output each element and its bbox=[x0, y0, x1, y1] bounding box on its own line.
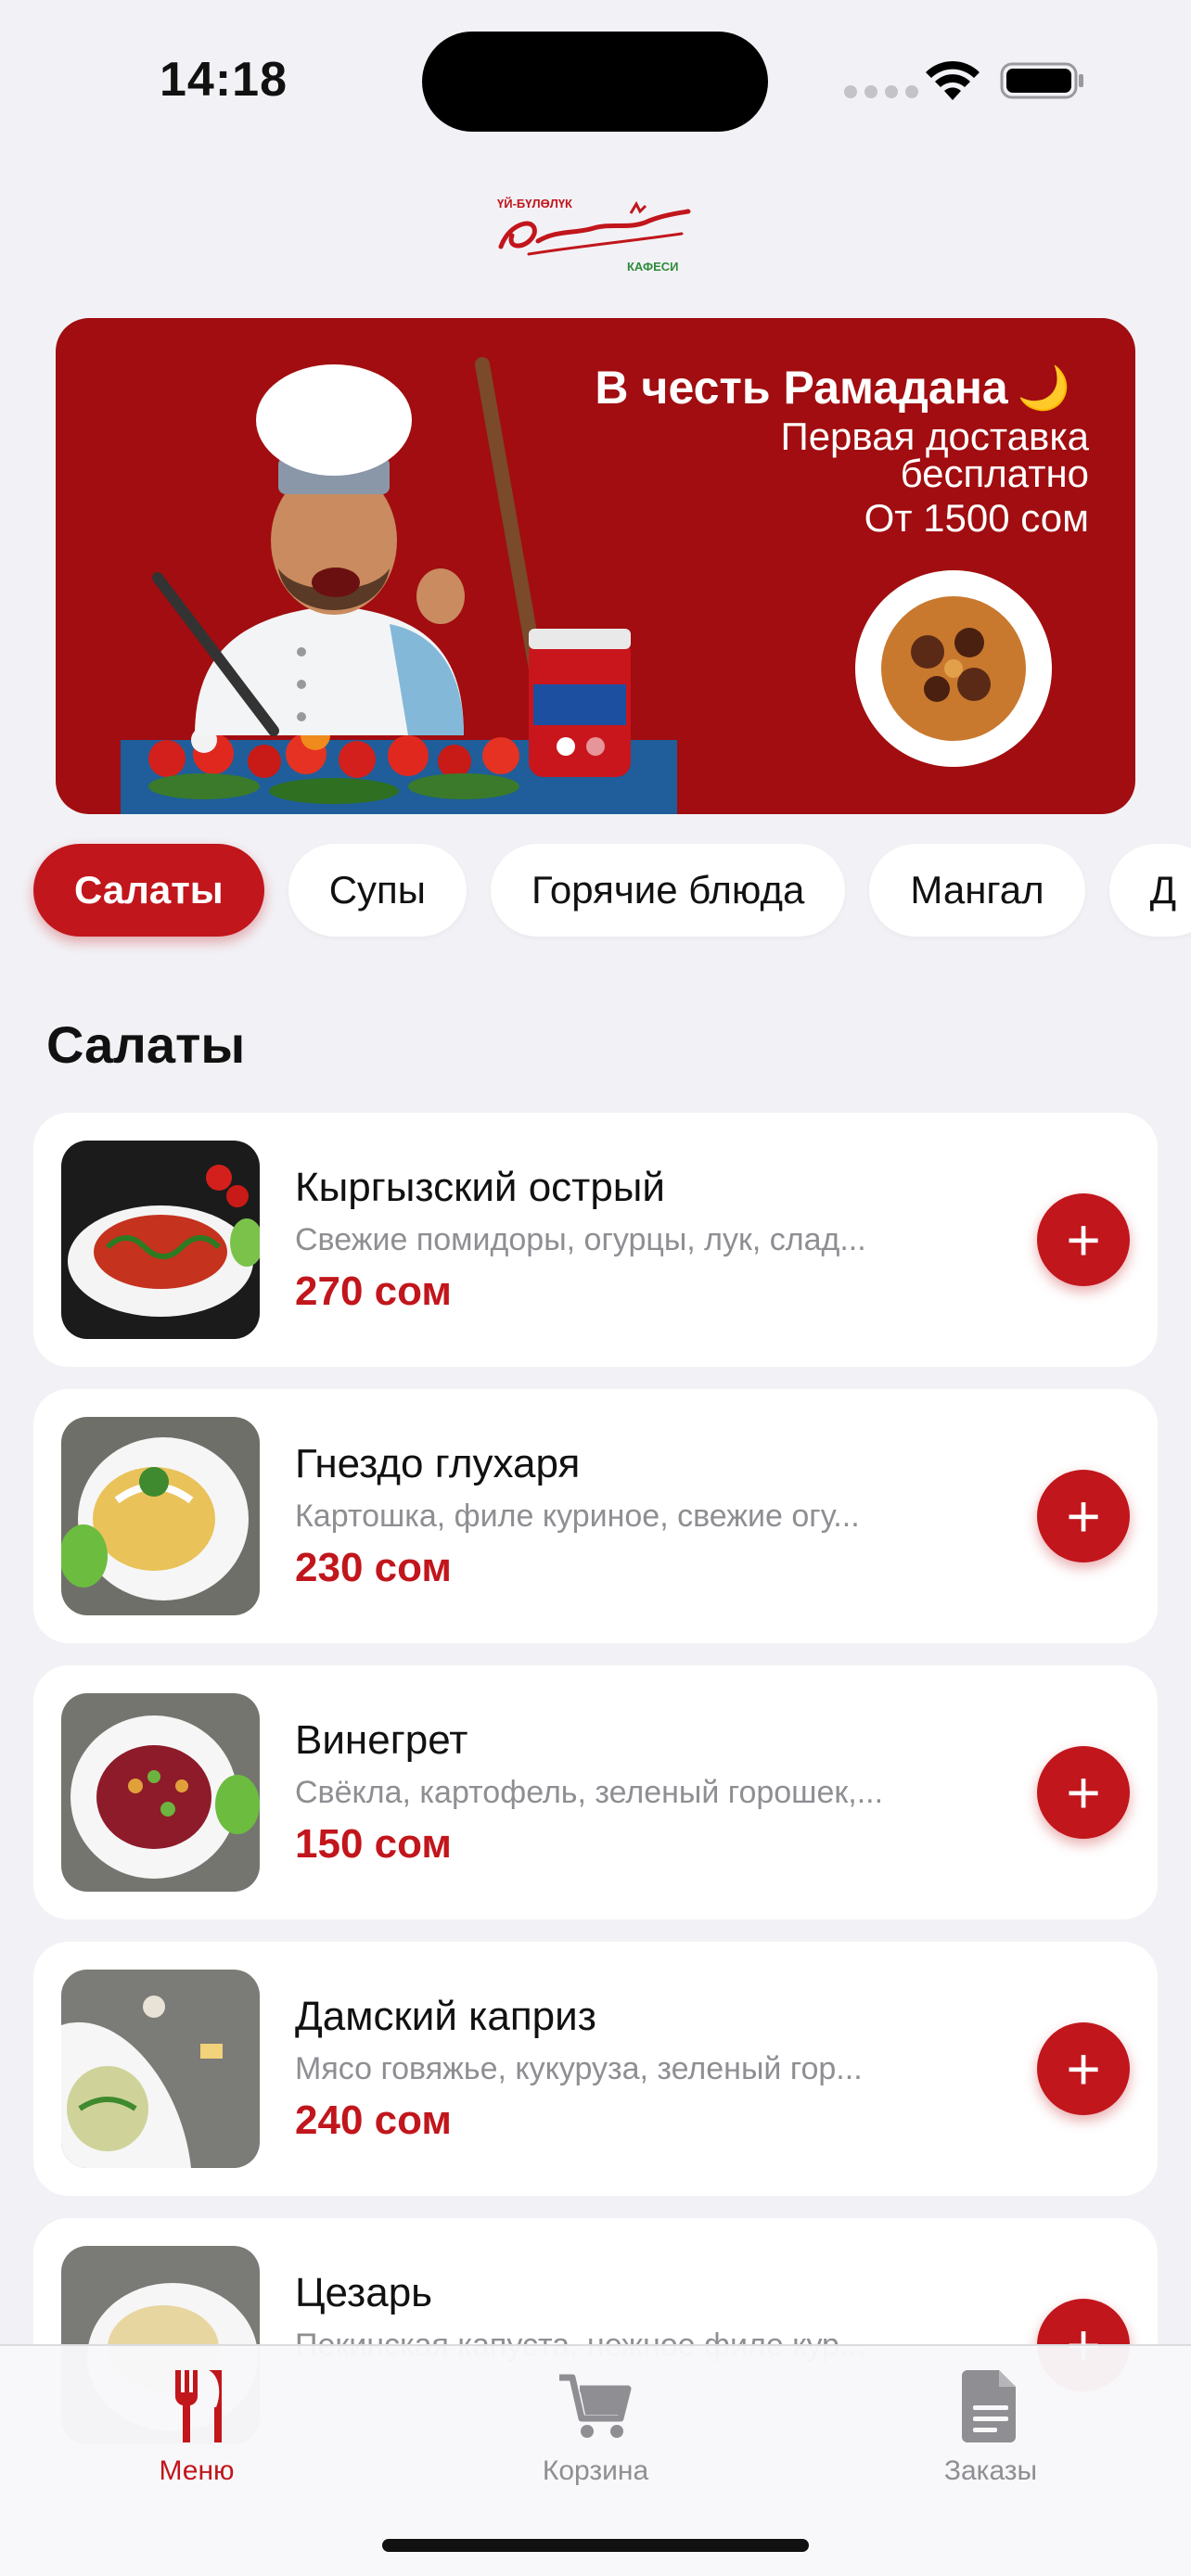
fork-knife-icon bbox=[174, 2370, 222, 2442]
item-name: Гнездо глухаря bbox=[295, 1441, 581, 1486]
dynamic-island bbox=[422, 32, 768, 132]
tab-orders[interactable]: Заказы bbox=[879, 2365, 1102, 2487]
item-name: Дамский каприз bbox=[295, 1994, 596, 2039]
banner-title: В честь Рамадана 🌙 bbox=[595, 361, 1070, 414]
menu-item[interactable]: Гнездо глухаря Картошка, филе куриное, с… bbox=[33, 1389, 1158, 1643]
tab-label: Корзина bbox=[542, 2455, 649, 2486]
dish-image bbox=[61, 1693, 260, 1892]
category-soups[interactable]: Супы bbox=[288, 844, 467, 937]
section-title: Салаты bbox=[46, 1015, 246, 1074]
moon-icon: 🌙 bbox=[1017, 363, 1070, 412]
banner-line-3: От 1500 сом bbox=[864, 496, 1089, 540]
home-indicator[interactable] bbox=[382, 2539, 809, 2552]
category-grill[interactable]: Мангал bbox=[869, 844, 1085, 937]
category-hot-dishes[interactable]: Горячие блюда bbox=[490, 844, 846, 937]
menu-item[interactable]: Дамский каприз Мясо говяжье, кукуруза, з… bbox=[33, 1942, 1158, 2196]
item-description: Картошка, филе куриное, свежие огу... bbox=[295, 1498, 860, 1534]
menu-item[interactable]: Винегрет Свёкла, картофель, зеленый горо… bbox=[33, 1665, 1158, 1919]
item-description: Свежие помидоры, огурцы, лук, слад... bbox=[295, 1222, 866, 1257]
svg-text:ҮЙ-БҮЛӨЛҮК: ҮЙ-БҮЛӨЛҮК bbox=[497, 197, 572, 210]
menu-list: Кыргызский острый Свежие помидоры, огурц… bbox=[33, 1113, 1158, 2494]
item-price: 150 сом bbox=[295, 1821, 452, 1867]
banner-line-2: бесплатно bbox=[900, 452, 1089, 495]
plov-dish-image bbox=[855, 570, 1052, 767]
item-price: 230 сом bbox=[295, 1545, 452, 1590]
item-price: 270 сом bbox=[295, 1269, 452, 1314]
cafe-logo: ҮЙ-БҮЛӨЛҮК КАФЕСИ bbox=[497, 197, 691, 273]
wifi-icon bbox=[926, 60, 980, 100]
dish-image bbox=[61, 1970, 260, 2168]
category-next[interactable]: Д bbox=[1108, 844, 1191, 937]
document-icon bbox=[962, 2370, 1016, 2442]
add-to-cart-button[interactable]: + bbox=[1037, 1193, 1130, 1286]
svg-text:КАФЕСИ: КАФЕСИ bbox=[627, 260, 679, 273]
tab-menu[interactable]: Меню bbox=[85, 2365, 308, 2487]
category-salads[interactable]: Салаты bbox=[33, 844, 264, 937]
add-to-cart-button[interactable]: + bbox=[1037, 1746, 1130, 1839]
add-to-cart-button[interactable]: + bbox=[1037, 1470, 1130, 1562]
dish-image bbox=[61, 1417, 260, 1615]
item-name: Винегрет bbox=[295, 1717, 468, 1763]
cellular-signal-icon bbox=[844, 85, 918, 98]
item-price: 240 сом bbox=[295, 2098, 452, 2143]
cart-icon bbox=[559, 2374, 632, 2438]
item-description: Свёкла, картофель, зеленый горошек,... bbox=[295, 1775, 884, 1810]
status-bar: 14:18 bbox=[0, 0, 1191, 158]
item-name: Цезарь bbox=[295, 2270, 433, 2315]
tab-cart[interactable]: Корзина bbox=[484, 2365, 707, 2487]
dish-image bbox=[61, 1141, 260, 1339]
pager-dot[interactable] bbox=[557, 737, 575, 756]
tab-label: Заказы bbox=[943, 2455, 1038, 2486]
pager-dot[interactable] bbox=[586, 737, 605, 756]
battery-icon bbox=[1000, 62, 1083, 99]
promo-banner[interactable]: В честь Рамадана 🌙 Первая доставка беспл… bbox=[56, 318, 1135, 814]
category-tabs: Салаты Супы Горячие блюда Мангал Д bbox=[33, 844, 1191, 937]
tab-label: Меню bbox=[159, 2455, 235, 2486]
item-description: Мясо говяжье, кукуруза, зеленый гор... bbox=[295, 2051, 863, 2086]
add-to-cart-button[interactable]: + bbox=[1037, 2022, 1130, 2115]
status-time: 14:18 bbox=[160, 53, 288, 107]
banner-pager[interactable] bbox=[557, 737, 605, 756]
item-name: Кыргызский острый bbox=[295, 1165, 666, 1210]
menu-item[interactable]: Кыргызский острый Свежие помидоры, огурц… bbox=[33, 1113, 1158, 1367]
banner-title-text: В честь Рамадана bbox=[595, 362, 1008, 414]
